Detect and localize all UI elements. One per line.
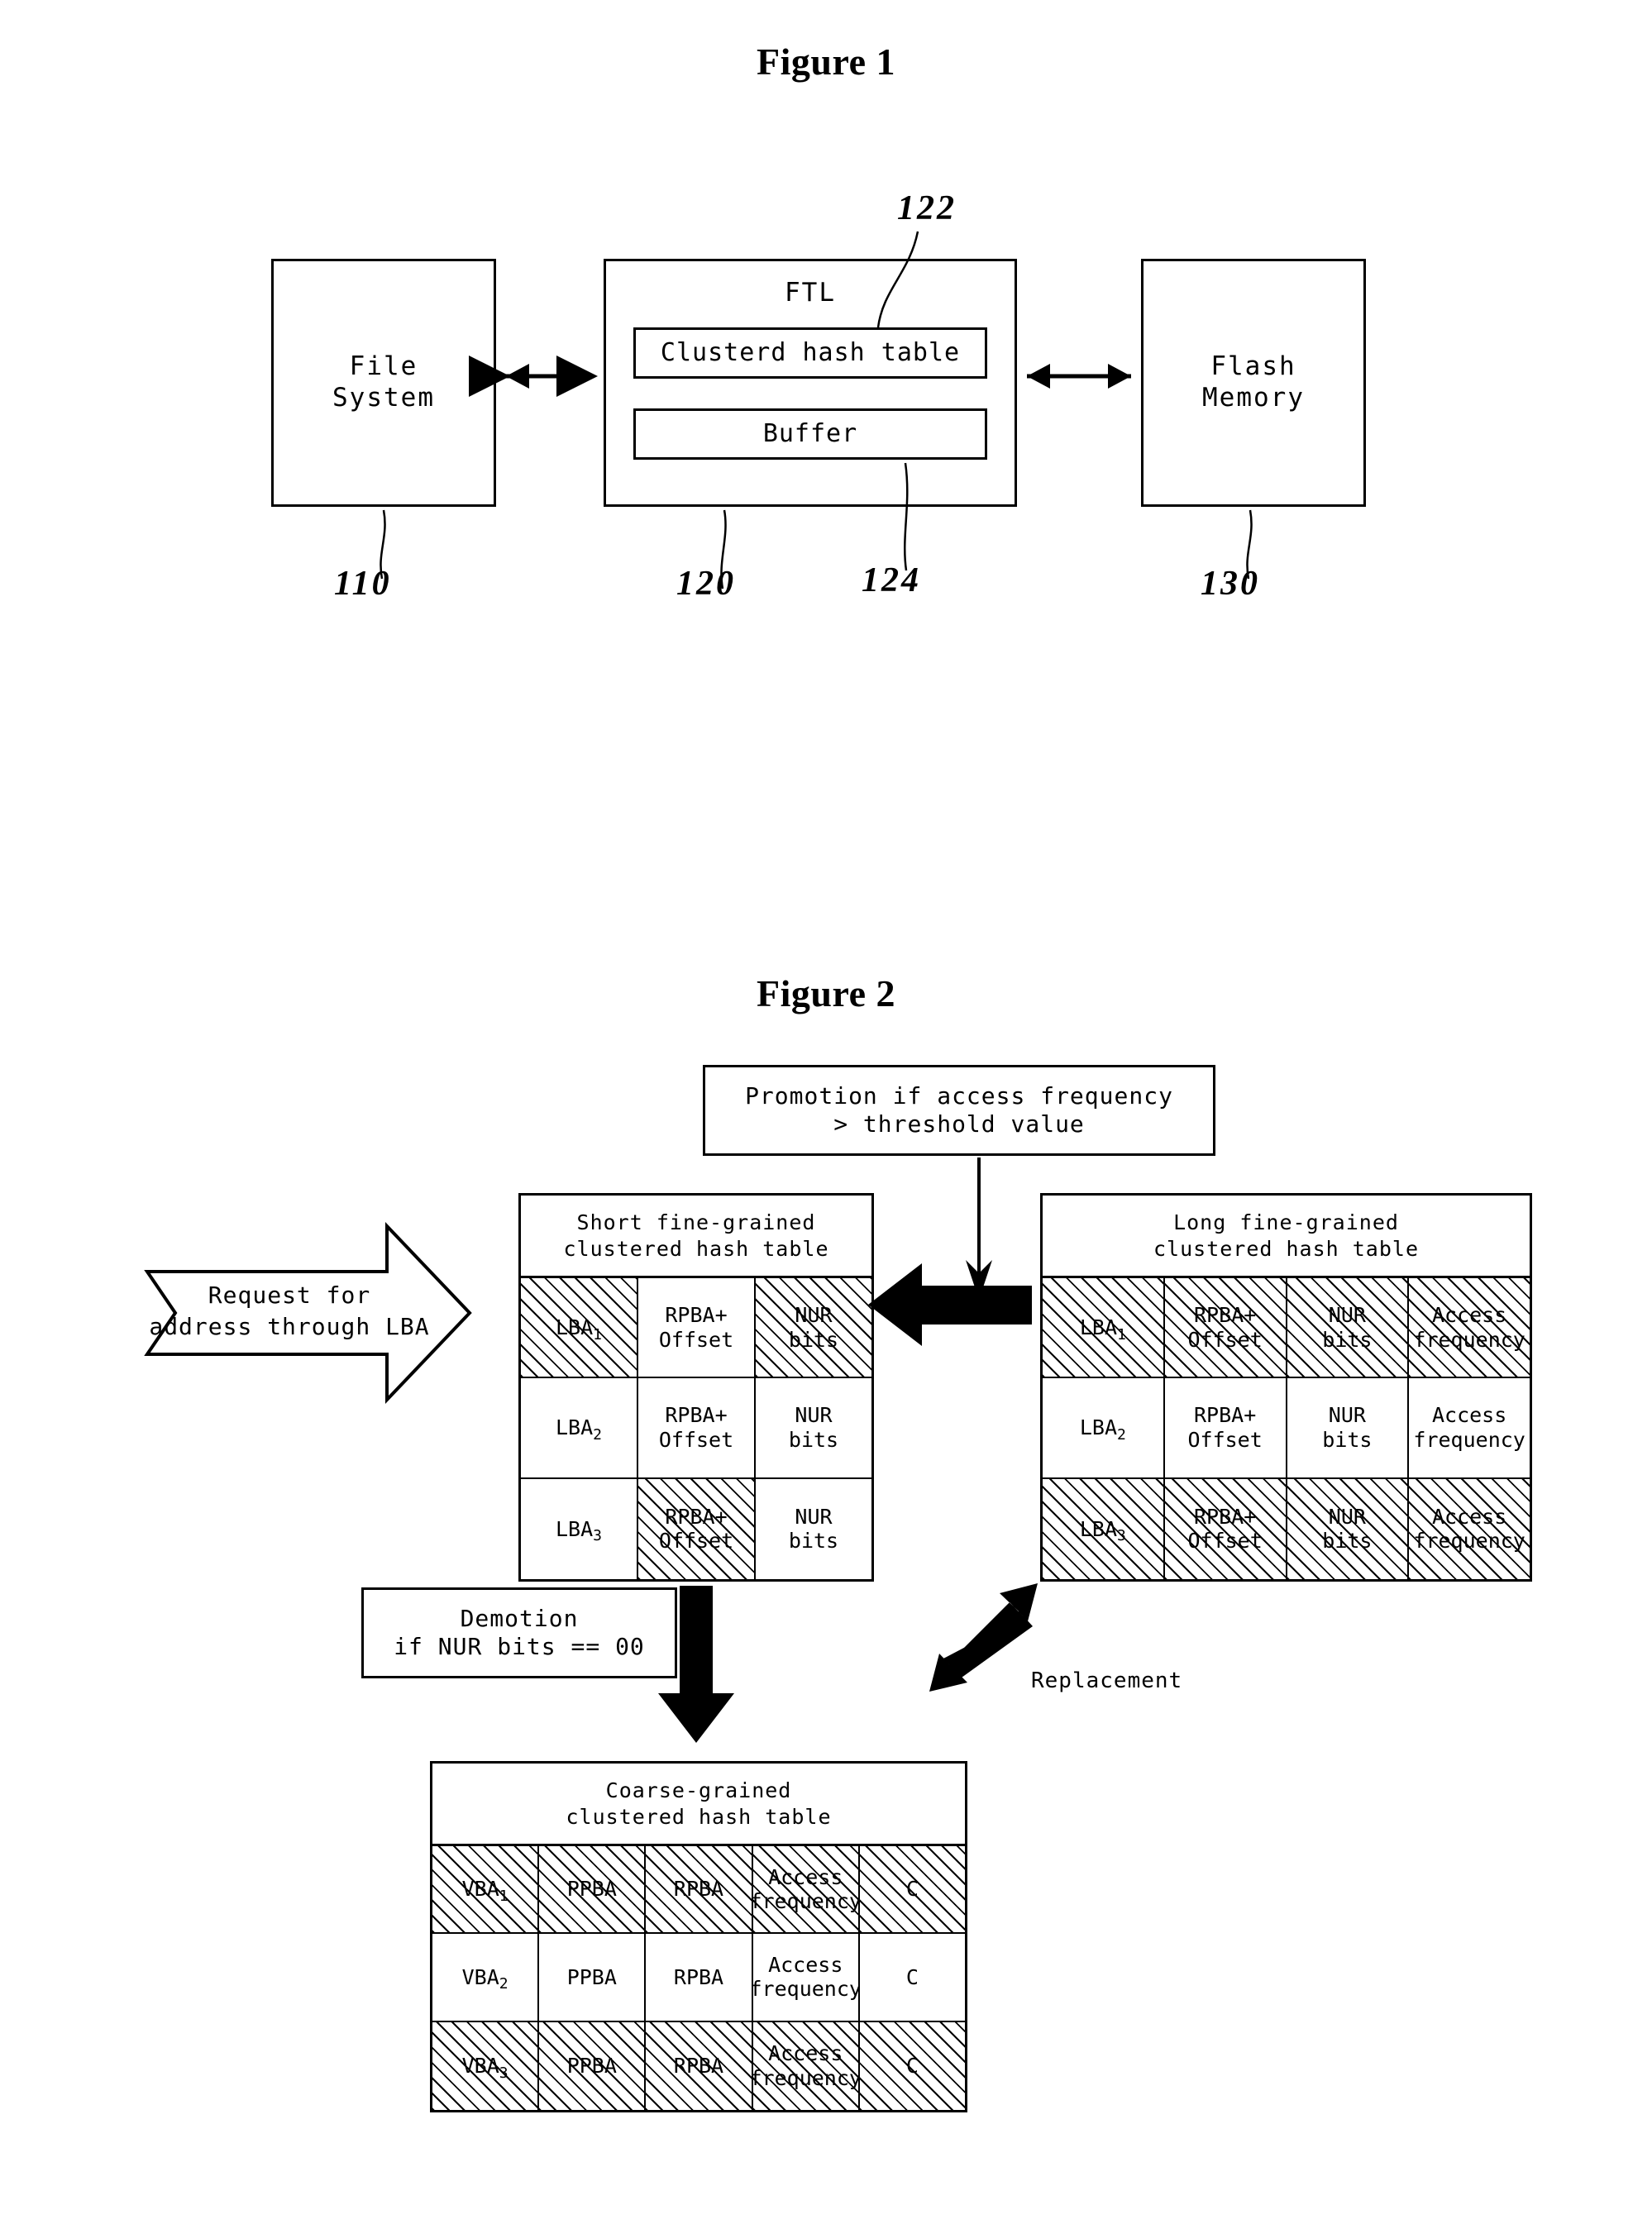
table-cell-label: RPBA+ Offset bbox=[658, 1303, 734, 1352]
table-cell-label: PPBA bbox=[566, 2054, 617, 2079]
table-cell-label: Access frequency bbox=[752, 1952, 860, 2002]
table-cell-label: NUR bits bbox=[788, 1303, 839, 1352]
request-arrow-line1: Request for bbox=[208, 1282, 371, 1309]
table-cell-label: VBA2 bbox=[461, 1964, 508, 1993]
table-cell-label: RPBA bbox=[673, 2054, 724, 2079]
table-cell-label: LBA2 bbox=[1079, 1415, 1126, 1444]
table-cell-label: LBA1 bbox=[556, 1315, 602, 1344]
table-cell-label: RPBA+ Offset bbox=[1187, 1403, 1263, 1452]
table-cell-label: C bbox=[905, 1964, 919, 1989]
table-cell-label: C bbox=[905, 1877, 919, 1902]
table-cell-subscript: 3 bbox=[1117, 1527, 1126, 1545]
table-cell-label: Access frequency bbox=[1413, 1303, 1525, 1352]
table-cell-label: NUR bits bbox=[788, 1403, 839, 1452]
table-cell-subscript: 2 bbox=[1117, 1425, 1126, 1444]
table-cell-label: RPBA+ Offset bbox=[1187, 1504, 1263, 1554]
table-cell-label: LBA3 bbox=[556, 1516, 602, 1545]
table-cell-subscript: 1 bbox=[593, 1325, 602, 1344]
request-arrow-label: Request for address through LBA bbox=[124, 1280, 455, 1343]
request-arrow-line2: address through LBA bbox=[149, 1312, 430, 1340]
table-cell-subscript: 2 bbox=[499, 1975, 508, 1993]
table-cell-label: LBA2 bbox=[556, 1415, 602, 1444]
table-cell-label: Access frequency bbox=[752, 2041, 860, 2090]
table-cell-label: Access frequency bbox=[1413, 1403, 1525, 1452]
table-cell-subscript: 2 bbox=[593, 1425, 602, 1444]
table-cell-label: LBA3 bbox=[1079, 1516, 1126, 1545]
table-cell-label: VBA3 bbox=[461, 2054, 508, 2082]
table-cell-subscript: 3 bbox=[499, 2064, 508, 2082]
table-cell-label: PPBA bbox=[566, 1964, 617, 1989]
table-cell-label: NUR bits bbox=[788, 1504, 839, 1554]
table-cell-subscript: 3 bbox=[593, 1527, 602, 1545]
table-cell-label: PPBA bbox=[566, 1877, 617, 1902]
short-table-body: LBA1 RPBA+ Offset NUR bits LBA2 RPBA+ Offset NUR… bbox=[521, 1278, 871, 1579]
table-cell-label: Access frequency bbox=[752, 1864, 860, 1914]
table-cell-label: RPBA bbox=[673, 1964, 724, 1989]
table-cell-label: VBA1 bbox=[461, 1877, 508, 1906]
table-cell-label: NUR bits bbox=[1322, 1403, 1373, 1452]
table-cell-label: RPBA+ Offset bbox=[658, 1403, 734, 1452]
table-cell-label: RPBA+ Offset bbox=[1187, 1303, 1263, 1352]
table-cell-label: NUR bits bbox=[1322, 1303, 1373, 1352]
table-cell-label: C bbox=[905, 2054, 919, 2079]
table-cell-label: RPBA bbox=[673, 1877, 724, 1902]
table-cell-label: NUR bits bbox=[1322, 1504, 1373, 1554]
table-cell-label: Access frequency bbox=[1413, 1504, 1525, 1554]
table-cell-label: RPBA+ Offset bbox=[658, 1504, 734, 1554]
table-cell-label: LBA1 bbox=[1079, 1315, 1126, 1344]
table-cell-subscript: 1 bbox=[499, 1888, 508, 1906]
table-cell-subscript: 1 bbox=[1117, 1325, 1126, 1344]
